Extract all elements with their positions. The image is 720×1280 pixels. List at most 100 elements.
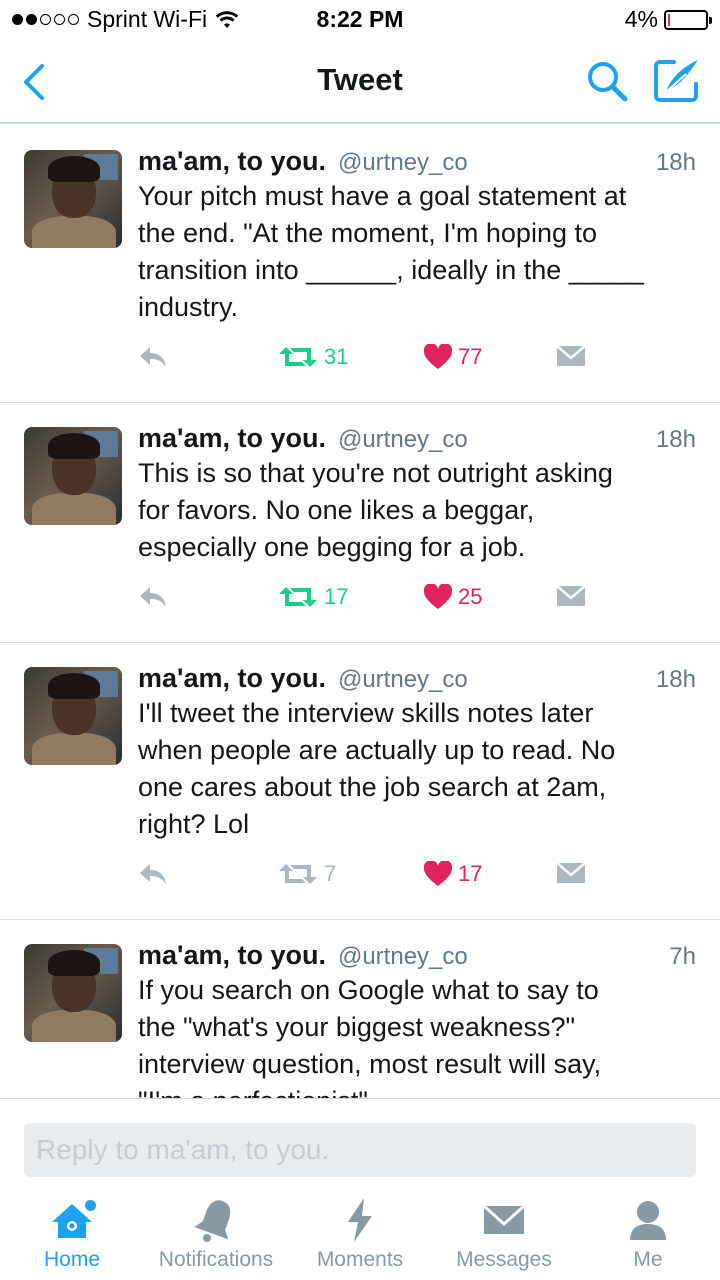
- tweet-text: If you search on Google what to say to t…: [138, 975, 602, 1098]
- heart-icon: [424, 861, 452, 886]
- envelope-icon: [480, 1196, 528, 1244]
- clock: 8:22 PM: [316, 6, 404, 32]
- tweet-thread[interactable]: ma'am, to you. @urtney_co 18h Your pitch…: [0, 126, 720, 1098]
- lightning-icon: [336, 1196, 384, 1244]
- status-right: 4%: [624, 6, 712, 33]
- reply-button[interactable]: [138, 584, 168, 610]
- retweet-count: 31: [324, 344, 349, 369]
- tweet-actions: 7 17: [138, 853, 696, 919]
- tab-label: Moments: [316, 1248, 404, 1271]
- avatar-hair: [48, 673, 100, 699]
- retweet-icon: [279, 587, 317, 607]
- tab-notifications[interactable]: Notifications: [144, 1196, 288, 1280]
- retweet-button[interactable]: 17: [278, 584, 348, 610]
- avatar[interactable]: [24, 667, 122, 765]
- avatar-body: [32, 733, 116, 765]
- timestamp: 18h: [655, 149, 696, 176]
- retweet-icon: [279, 347, 317, 367]
- tab-home[interactable]: Home: [0, 1196, 144, 1280]
- tweet-actions: 17 25: [138, 576, 696, 642]
- retweet-icon: [279, 864, 317, 884]
- battery-level: [668, 13, 670, 26]
- author-name[interactable]: ma'am, to you.: [138, 423, 326, 454]
- home-icon: [48, 1196, 96, 1244]
- tweet-header: ma'am, to you. @urtney_co 18h: [138, 146, 696, 177]
- avatar-hair: [48, 156, 100, 182]
- search-icon[interactable]: [584, 58, 630, 104]
- tab-label: Messages: [456, 1248, 552, 1271]
- compose-icon[interactable]: [652, 56, 702, 104]
- new-content-dot: [85, 1200, 96, 1211]
- reply-button[interactable]: [138, 344, 168, 370]
- like-count: 25: [458, 584, 483, 609]
- tweet-text: Your pitch must have a goal statement at…: [138, 181, 644, 322]
- like-button[interactable]: 25: [424, 584, 482, 610]
- tab-label: Me: [633, 1248, 663, 1271]
- author-name[interactable]: ma'am, to you.: [138, 663, 326, 694]
- retweet-button[interactable]: 31: [278, 344, 348, 370]
- person-icon: [624, 1196, 672, 1244]
- avatar-body: [32, 216, 116, 248]
- author-handle[interactable]: @urtney_co: [338, 426, 468, 454]
- avatar[interactable]: [24, 944, 122, 1042]
- tweet-text: This is so that you're not outright aski…: [138, 458, 613, 562]
- timestamp: 18h: [655, 426, 696, 453]
- dm-button[interactable]: [556, 584, 586, 608]
- tab-label: Notifications: [158, 1248, 274, 1271]
- avatar[interactable]: [24, 427, 122, 525]
- avatar-body: [32, 493, 116, 525]
- tweet-content: ma'am, to you. @urtney_co 18h I'll tweet…: [138, 643, 696, 919]
- reply-icon: [140, 347, 166, 367]
- retweet-button[interactable]: 7: [278, 861, 336, 887]
- reply-bar: [0, 1098, 720, 1190]
- dm-button[interactable]: [556, 344, 586, 368]
- heart-icon: [424, 584, 452, 609]
- tweet[interactable]: ma'am, to you. @urtney_co 18h I'll tweet…: [0, 643, 720, 920]
- timestamp: 18h: [655, 666, 696, 693]
- tab-messages[interactable]: Messages: [432, 1196, 576, 1280]
- like-button[interactable]: 17: [424, 861, 482, 887]
- like-count: 77: [458, 344, 483, 369]
- tab-me[interactable]: Me: [576, 1196, 720, 1280]
- tweet-content: ma'am, to you. @urtney_co 18h Your pitch…: [138, 126, 696, 402]
- retweet-count: 7: [324, 861, 337, 886]
- tweet-header: ma'am, to you. @urtney_co 18h: [138, 663, 696, 694]
- author-handle[interactable]: @urtney_co: [338, 666, 468, 694]
- author-name[interactable]: ma'am, to you.: [138, 940, 326, 971]
- navigation-bar: Tweet: [0, 40, 720, 124]
- tab-label: Home: [43, 1248, 101, 1271]
- tweet-content: ma'am, to you. @urtney_co 7h If you sear…: [138, 920, 696, 1098]
- avatar-hair: [48, 433, 100, 459]
- tweet-screen: Sprint Wi-Fi 8:22 PM 4% Tweet ma'am, to …: [0, 0, 720, 1280]
- tweet[interactable]: ma'am, to you. @urtney_co 7h If you sear…: [0, 920, 720, 1098]
- reply-icon: [140, 587, 166, 607]
- avatar-body: [32, 1010, 116, 1042]
- tweet[interactable]: ma'am, to you. @urtney_co 18h This is so…: [0, 403, 720, 643]
- envelope-icon: [556, 345, 586, 366]
- bell-icon: [192, 1196, 240, 1244]
- tweet[interactable]: ma'am, to you. @urtney_co 18h Your pitch…: [0, 126, 720, 403]
- timestamp: 7h: [669, 943, 696, 970]
- reply-input[interactable]: [24, 1123, 696, 1177]
- like-count: 17: [458, 861, 483, 886]
- tweet-content: ma'am, to you. @urtney_co 18h This is so…: [138, 403, 696, 642]
- battery-icon: [664, 9, 712, 30]
- tab-bar: Home Notifications Moments Messages Me: [0, 1190, 720, 1280]
- heart-icon: [424, 344, 452, 369]
- reply-button[interactable]: [138, 861, 168, 887]
- battery-percent: 4%: [624, 6, 658, 32]
- status-bar: Sprint Wi-Fi 8:22 PM 4%: [0, 0, 720, 40]
- author-name[interactable]: ma'am, to you.: [138, 146, 326, 177]
- tweet-actions: 31 77: [138, 336, 696, 402]
- dm-button[interactable]: [556, 861, 586, 885]
- reply-icon: [140, 864, 166, 884]
- tweet-text: I'll tweet the interview skills notes la…: [138, 698, 616, 839]
- author-handle[interactable]: @urtney_co: [338, 149, 468, 177]
- tweet-header: ma'am, to you. @urtney_co 18h: [138, 423, 696, 454]
- avatar[interactable]: [24, 150, 122, 248]
- tab-moments[interactable]: Moments: [288, 1196, 432, 1280]
- like-button[interactable]: 77: [424, 344, 482, 370]
- tweet-header: ma'am, to you. @urtney_co 7h: [138, 940, 696, 971]
- author-handle[interactable]: @urtney_co: [338, 943, 468, 971]
- retweet-count: 17: [324, 584, 349, 609]
